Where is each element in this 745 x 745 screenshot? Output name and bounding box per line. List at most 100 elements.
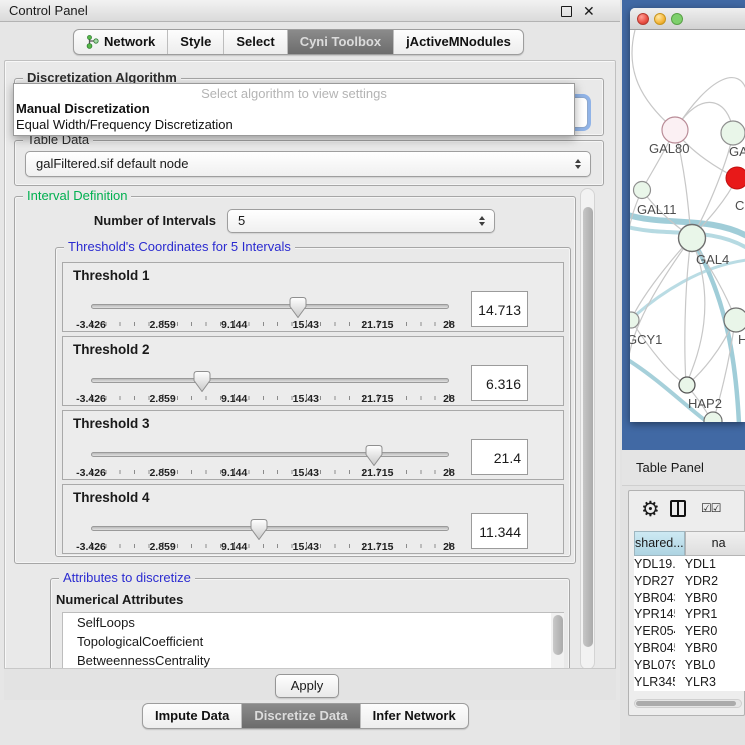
- node-label-h: H: [738, 332, 745, 347]
- threshold-1-label: Threshold 1: [73, 268, 150, 283]
- table-row[interactable]: YIL052CYIL0: [634, 690, 745, 691]
- threshold-4-value-field[interactable]: 11.344: [471, 513, 528, 549]
- table-row[interactable]: YDR27...YDR2: [634, 573, 745, 590]
- slider-track[interactable]: [91, 452, 449, 457]
- table-row[interactable]: YBR045CYBR0: [634, 640, 745, 657]
- threshold-2-slider[interactable]: [91, 371, 449, 393]
- table-row[interactable]: YBL079WYBL0: [634, 657, 745, 674]
- list-scrollbar-thumb[interactable]: [553, 615, 563, 655]
- node-label-c: C: [735, 198, 744, 213]
- table-panel-titlebar: Table Panel: [622, 450, 745, 486]
- bottom-tab-bar: Impute Data Discretize Data Infer Networ…: [142, 703, 469, 729]
- threshold-3-slider[interactable]: [91, 445, 449, 467]
- threshold-2-label: Threshold 2: [73, 342, 150, 357]
- threshold-3-value-field[interactable]: 21.4: [471, 439, 528, 475]
- column-header-shared[interactable]: shared...: [634, 531, 685, 556]
- slider-track[interactable]: [91, 526, 449, 531]
- checkbox-columns-icon[interactable]: ☑☑: [701, 501, 721, 515]
- horizontal-scrollbar-thumb[interactable]: [636, 701, 736, 706]
- network-icon: [86, 35, 99, 49]
- thresholds-group-title: Threshold's Coordinates for 5 Intervals: [64, 239, 295, 254]
- list-item[interactable]: TopologicalCoefficient: [63, 632, 563, 651]
- node-h[interactable]: [724, 308, 745, 332]
- node-gal80[interactable]: [662, 117, 688, 143]
- node-table: shared... na YDL19...YDL1 YDR27...YDR2 Y…: [634, 531, 745, 691]
- tab-select[interactable]: Select: [223, 30, 286, 54]
- node-gal11[interactable]: [634, 182, 651, 199]
- combo-spinner-icon: [575, 159, 581, 169]
- threshold-2-value-field[interactable]: 6.316: [471, 365, 528, 401]
- interval-definition-group: Interval Definition Number of Intervals …: [14, 196, 576, 564]
- table-header-row: shared... na: [634, 531, 745, 556]
- network-window-titlebar[interactable]: [630, 8, 745, 30]
- tab-infer-network[interactable]: Infer Network: [360, 704, 468, 728]
- column-header-name[interactable]: na: [685, 531, 745, 556]
- number-of-intervals-value: 5: [238, 210, 494, 232]
- table-row[interactable]: YER054CYER0: [634, 623, 745, 640]
- apply-button[interactable]: Apply: [275, 674, 339, 698]
- slider-track[interactable]: [91, 304, 449, 309]
- gear-icon[interactable]: ⚙: [641, 495, 660, 525]
- threshold-3-label: Threshold 3: [73, 416, 150, 431]
- threshold-1-value-field[interactable]: 14.713: [471, 291, 528, 327]
- tab-impute-data[interactable]: Impute Data: [143, 704, 241, 728]
- table-data-group: Table Data galFiltered.sif default node: [14, 140, 604, 186]
- combo-spinner-icon: [479, 216, 485, 226]
- table-row[interactable]: YLR345WYLR3: [634, 674, 745, 691]
- float-window-icon[interactable]: [561, 6, 572, 17]
- tab-jactivemnodules[interactable]: jActiveMNodules: [393, 30, 523, 54]
- node-hap2[interactable]: [679, 377, 695, 393]
- threshold-row-2: Threshold 2 -3.4262.859 9.14415.43 21.71…: [62, 336, 564, 406]
- table-row[interactable]: YDL19...YDL1: [634, 556, 745, 573]
- node-highlighted-red[interactable]: [726, 167, 745, 189]
- number-of-intervals-label: Number of Intervals: [61, 213, 216, 228]
- table-data-combobox[interactable]: galFiltered.sif default node: [25, 151, 591, 177]
- network-window: GAL80 GA C GAL11 GAL4 GCY1 H HAP2: [630, 8, 745, 422]
- dropdown-option-manual[interactable]: Manual Discretization: [14, 101, 574, 117]
- threshold-row-1: Threshold 1 -3.4262.859 9.14415.43 21.71…: [62, 262, 564, 332]
- node-gal4[interactable]: [679, 225, 706, 252]
- table-panel: ⚙ ☑☑ shared... na YDL19...YDL1 YDR27...Y…: [628, 490, 745, 716]
- table-row[interactable]: YPR145WYPR1: [634, 606, 745, 623]
- threshold-row-4: Threshold 4 -3.4262.859 9.14415.43 21.71…: [62, 484, 564, 554]
- number-of-intervals-combobox[interactable]: 5: [227, 209, 495, 233]
- numerical-attributes-list: SelfLoops TopologicalCoefficient Between…: [62, 612, 564, 670]
- minimize-traffic-light-icon[interactable]: [654, 13, 666, 25]
- tab-discretize-data[interactable]: Discretize Data: [241, 704, 359, 728]
- control-panel-titlebar: Control Panel: [0, 0, 620, 22]
- network-canvas[interactable]: GAL80 GA C GAL11 GAL4 GCY1 H HAP2: [630, 30, 745, 422]
- slider-scale-labels: -3.4262.859 9.14415.43 21.71528: [91, 319, 449, 331]
- vertical-scrollbar[interactable]: [580, 188, 595, 670]
- list-scrollbar[interactable]: [551, 613, 564, 669]
- node-ga[interactable]: [721, 121, 745, 145]
- slider-scale-labels: -3.4262.859 9.14415.43 21.71528: [91, 467, 449, 479]
- list-item[interactable]: SelfLoops: [63, 613, 563, 632]
- threshold-4-slider[interactable]: [91, 519, 449, 541]
- node-label-gal80: GAL80: [649, 141, 689, 156]
- slider-track[interactable]: [91, 378, 449, 383]
- horizontal-scrollbar[interactable]: [634, 699, 742, 708]
- numerical-attributes-label: Numerical Attributes: [56, 592, 183, 607]
- node-label-gal4: GAL4: [696, 252, 729, 267]
- thresholds-group: Threshold's Coordinates for 5 Intervals …: [55, 247, 571, 557]
- column-layout-icon[interactable]: [670, 500, 686, 517]
- node-label-gcy1: GCY1: [630, 332, 662, 347]
- tab-style[interactable]: Style: [167, 30, 223, 54]
- node-label-hap2: HAP2: [688, 396, 722, 411]
- tab-cyni-toolbox[interactable]: Cyni Toolbox: [287, 30, 393, 54]
- threshold-4-label: Threshold 4: [73, 490, 150, 505]
- close-icon[interactable]: ✕: [583, 2, 595, 20]
- zoom-traffic-light-icon[interactable]: [671, 13, 683, 25]
- apply-strip: Apply: [4, 668, 616, 700]
- dropdown-option-equal-width[interactable]: Equal Width/Frequency Discretization: [14, 117, 574, 133]
- network-graph: GAL80 GA C GAL11 GAL4 GCY1 H HAP2: [630, 30, 745, 422]
- threshold-1-slider[interactable]: [91, 297, 449, 319]
- close-traffic-light-icon[interactable]: [637, 13, 649, 25]
- tab-network[interactable]: Network: [74, 30, 167, 54]
- table-row[interactable]: YBR043CYBR0: [634, 590, 745, 607]
- network-window-frame: GAL80 GA C GAL11 GAL4 GCY1 H HAP2: [622, 0, 745, 450]
- slider-scale-labels: -3.4262.859 9.14415.43 21.71528: [91, 541, 449, 553]
- vertical-scrollbar-thumb[interactable]: [583, 207, 593, 647]
- attributes-group-title: Attributes to discretize: [59, 570, 195, 585]
- tab-network-label: Network: [104, 34, 155, 49]
